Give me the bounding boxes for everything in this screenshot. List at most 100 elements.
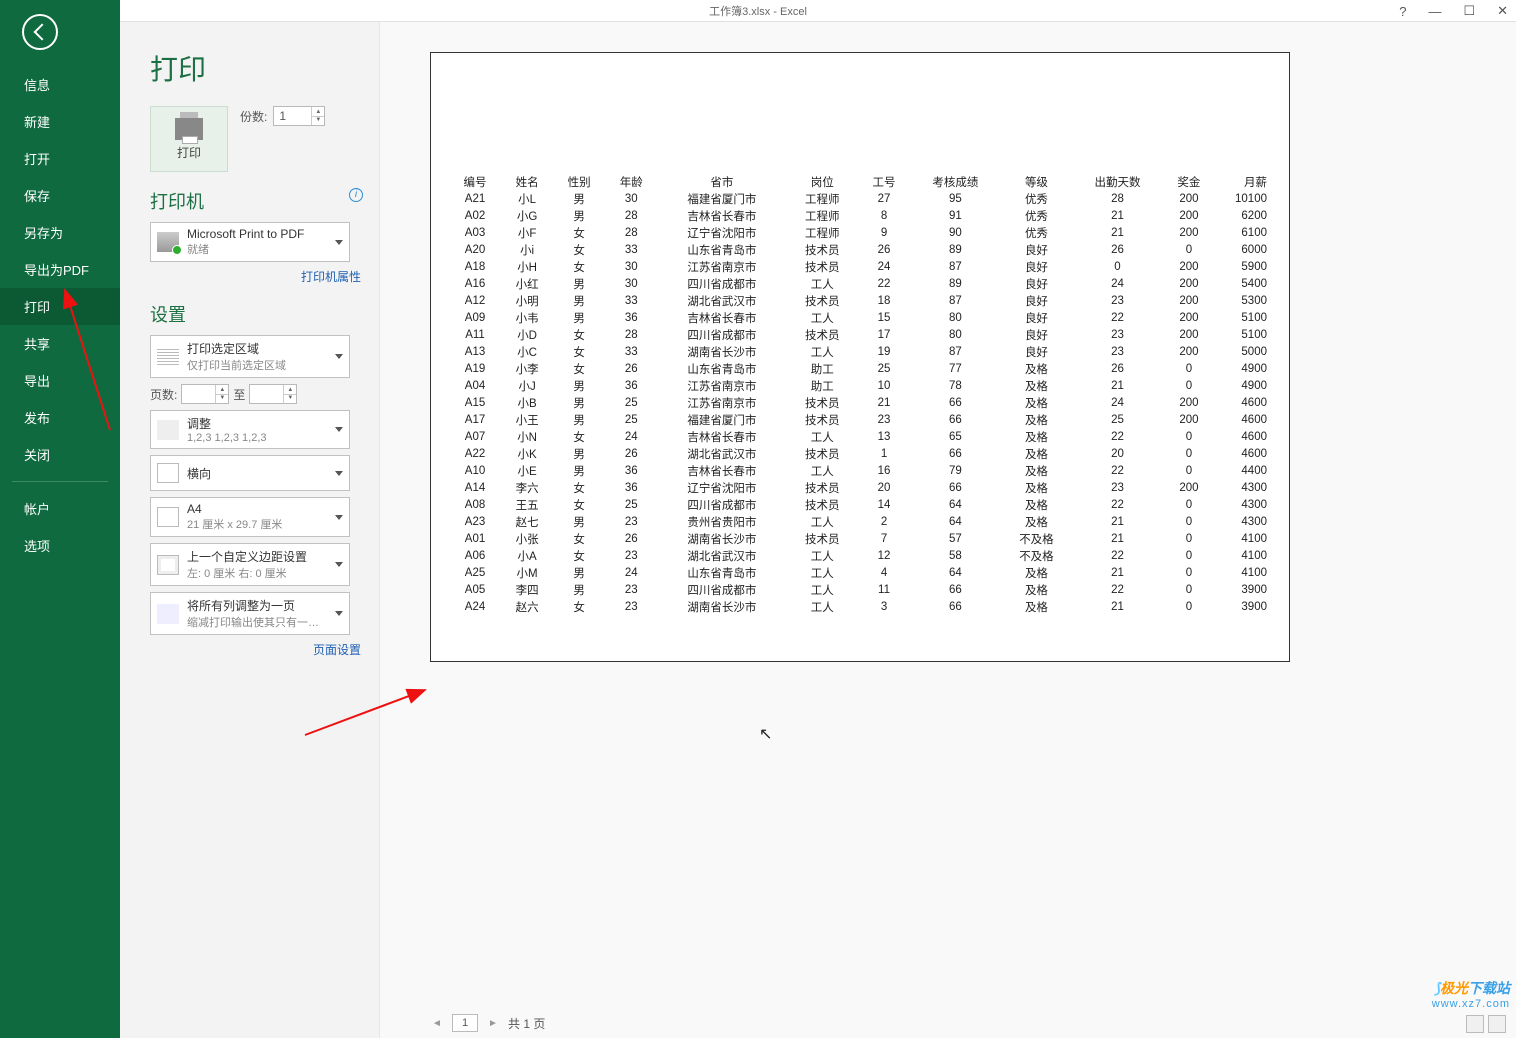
paper-size-selector[interactable]: A4 21 厘米 x 29.7 厘米 bbox=[150, 497, 350, 537]
back-button[interactable] bbox=[22, 14, 58, 50]
table-row: A17小王男25福建省厦门市技术员2366及格252004600 bbox=[449, 411, 1271, 428]
table-row: A13小C女33湖南省长沙市工人1987良好232005000 bbox=[449, 343, 1271, 360]
orientation-icon bbox=[157, 463, 179, 483]
zoom-to-page-button[interactable] bbox=[1488, 1015, 1506, 1033]
prev-page-icon[interactable]: ◄ bbox=[430, 1016, 444, 1030]
margins-selector[interactable]: 上一个自定义边距设置 左: 0 厘米 右: 0 厘米 bbox=[150, 543, 350, 586]
chevron-down-icon bbox=[335, 562, 343, 567]
chevron-down-icon bbox=[335, 354, 343, 359]
nav-item-5[interactable]: 导出为PDF bbox=[0, 251, 120, 288]
preview-table: 编号姓名性别年龄省市岗位工号考核成绩等级出勤天数奖金月薪 A21小L男30福建省… bbox=[449, 173, 1271, 615]
nav-item-1[interactable]: 新建 bbox=[0, 103, 120, 140]
scaling-selector[interactable]: 将所有列调整为一页 缩减打印输出使其只有一… bbox=[150, 592, 350, 635]
table-row: A21小L男30福建省厦门市工程师2795优秀2820010100 bbox=[449, 190, 1271, 207]
margins-icon bbox=[157, 555, 179, 575]
table-row: A12小明男33湖北省武汉市技术员1887良好232005300 bbox=[449, 292, 1271, 309]
col-header: 姓名 bbox=[501, 173, 553, 190]
maximize-icon[interactable]: ☐ bbox=[1463, 3, 1475, 19]
settings-section-title: 设置 bbox=[150, 301, 369, 327]
spinner-down-icon[interactable]: ▼ bbox=[311, 115, 324, 125]
nav-item-8[interactable]: 导出 bbox=[0, 362, 120, 399]
page-total-label: 共 1 页 bbox=[508, 1015, 545, 1032]
printer-properties-link[interactable]: 打印机属性 bbox=[150, 268, 361, 285]
nav-item-4[interactable]: 另存为 bbox=[0, 214, 120, 251]
table-row: A16小红男30四川省成都市工人2289良好242005400 bbox=[449, 275, 1271, 292]
table-row: A10小E男36吉林省长春市工人1679及格2204400 bbox=[449, 462, 1271, 479]
table-row: A01小张女26湖南省长沙市技术员757不及格2104100 bbox=[449, 530, 1271, 547]
pages-label: 页数: bbox=[150, 386, 177, 403]
pages-to-label: 至 bbox=[233, 386, 245, 403]
show-margins-button[interactable] bbox=[1466, 1015, 1484, 1033]
printer-status: 就绪 bbox=[187, 241, 323, 257]
collate-icon bbox=[157, 420, 179, 440]
printer-section-title: 打印机 i bbox=[150, 188, 369, 214]
table-row: A15小B男25江苏省南京市技术员2166及格242004600 bbox=[449, 394, 1271, 411]
nav-item-6[interactable]: 打印 bbox=[0, 288, 120, 325]
table-row: A20小i女33山东省青岛市技术员2689良好2606000 bbox=[449, 241, 1271, 258]
minimize-icon[interactable]: — bbox=[1428, 4, 1441, 19]
print-preview-area: 编号姓名性别年龄省市岗位工号考核成绩等级出勤天数奖金月薪 A21小L男30福建省… bbox=[380, 22, 1516, 1038]
nav-separator bbox=[12, 481, 108, 482]
table-row: A08王五女25四川省成都市技术员1464及格2204300 bbox=[449, 496, 1271, 513]
page-setup-link[interactable]: 页面设置 bbox=[150, 641, 361, 658]
collation-selector[interactable]: 调整 1,2,3 1,2,3 1,2,3 bbox=[150, 410, 350, 449]
close-icon[interactable]: ✕ bbox=[1497, 3, 1508, 19]
nav-item-10[interactable]: 关闭 bbox=[0, 436, 120, 473]
nav-item-3[interactable]: 保存 bbox=[0, 177, 120, 214]
chevron-down-icon bbox=[335, 515, 343, 520]
page-from-spinner[interactable]: ▲▼ bbox=[181, 384, 229, 404]
nav-account[interactable]: 帐户 bbox=[0, 490, 120, 527]
orientation-selector[interactable]: 横向 bbox=[150, 455, 350, 491]
printer-selector[interactable]: Microsoft Print to PDF 就绪 bbox=[150, 222, 350, 262]
printer-icon bbox=[175, 118, 203, 140]
scaling-icon bbox=[157, 604, 179, 624]
col-header: 岗位 bbox=[787, 173, 858, 190]
table-row: A03小F女28辽宁省沈阳市工程师990优秀212006100 bbox=[449, 224, 1271, 241]
table-row: A22小K男26湖北省武汉市技术员166及格2004600 bbox=[449, 445, 1271, 462]
pane-title: 打印 bbox=[150, 48, 369, 88]
info-icon[interactable]: i bbox=[349, 188, 363, 202]
table-row: A05李四男23四川省成都市工人1166及格2203900 bbox=[449, 581, 1271, 598]
col-header: 出勤天数 bbox=[1072, 173, 1163, 190]
col-header: 性别 bbox=[553, 173, 605, 190]
nav-item-2[interactable]: 打开 bbox=[0, 140, 120, 177]
page-number-input[interactable]: 1 bbox=[452, 1014, 478, 1032]
print-button[interactable]: 打印 bbox=[150, 106, 228, 172]
preview-page: 编号姓名性别年龄省市岗位工号考核成绩等级出勤天数奖金月薪 A21小L男30福建省… bbox=[430, 52, 1290, 662]
nav-item-9[interactable]: 发布 bbox=[0, 399, 120, 436]
table-row: A07小N女24吉林省长春市工人1365及格2204600 bbox=[449, 428, 1271, 445]
nav-options[interactable]: 选项 bbox=[0, 527, 120, 564]
col-header: 月薪 bbox=[1215, 173, 1271, 190]
backstage-sidebar: 信息新建打开保存另存为导出为PDF打印共享导出发布关闭 帐户 选项 bbox=[0, 0, 120, 1038]
col-header: 等级 bbox=[1001, 173, 1072, 190]
chevron-down-icon bbox=[335, 471, 343, 476]
copies-value: 1 bbox=[279, 109, 286, 123]
page-to-spinner[interactable]: ▲▼ bbox=[249, 384, 297, 404]
table-row: A02小G男28吉林省长春市工程师891优秀212006200 bbox=[449, 207, 1271, 224]
col-header: 考核成绩 bbox=[910, 173, 1001, 190]
table-row: A24赵六女23湖南省长沙市工人366及格2103900 bbox=[449, 598, 1271, 615]
table-row: A18小H女30江苏省南京市技术员2487良好02005900 bbox=[449, 258, 1271, 275]
table-row: A19小李女26山东省青岛市助工2577及格2604900 bbox=[449, 360, 1271, 377]
status-ok-icon bbox=[172, 245, 182, 255]
window-title: 工作簿3.xlsx - Excel bbox=[709, 3, 807, 19]
page-navigator: ◄ 1 ► 共 1 页 bbox=[430, 1014, 545, 1032]
table-row: A11小D女28四川省成都市技术员1780良好232005100 bbox=[449, 326, 1271, 343]
table-row: A04小J男36江苏省南京市助工1078及格2104900 bbox=[449, 377, 1271, 394]
nav-item-0[interactable]: 信息 bbox=[0, 66, 120, 103]
nav-item-7[interactable]: 共享 bbox=[0, 325, 120, 362]
copies-spinner[interactable]: 1 ▲ ▼ bbox=[273, 106, 325, 126]
help-icon[interactable]: ? bbox=[1399, 4, 1406, 19]
table-row: A14李六女36辽宁省沈阳市技术员2066及格232004300 bbox=[449, 479, 1271, 496]
grid-icon bbox=[157, 347, 179, 367]
page-icon bbox=[157, 507, 179, 527]
chevron-down-icon bbox=[335, 240, 343, 245]
col-header: 奖金 bbox=[1163, 173, 1215, 190]
table-row: A23赵七男23贵州省贵阳市工人264及格2104300 bbox=[449, 513, 1271, 530]
chevron-down-icon bbox=[335, 427, 343, 432]
next-page-icon[interactable]: ► bbox=[486, 1016, 500, 1030]
col-header: 年龄 bbox=[605, 173, 657, 190]
print-area-selector[interactable]: 打印选定区域 仅打印当前选定区域 bbox=[150, 335, 350, 378]
col-header: 省市 bbox=[657, 173, 786, 190]
chevron-down-icon bbox=[335, 611, 343, 616]
